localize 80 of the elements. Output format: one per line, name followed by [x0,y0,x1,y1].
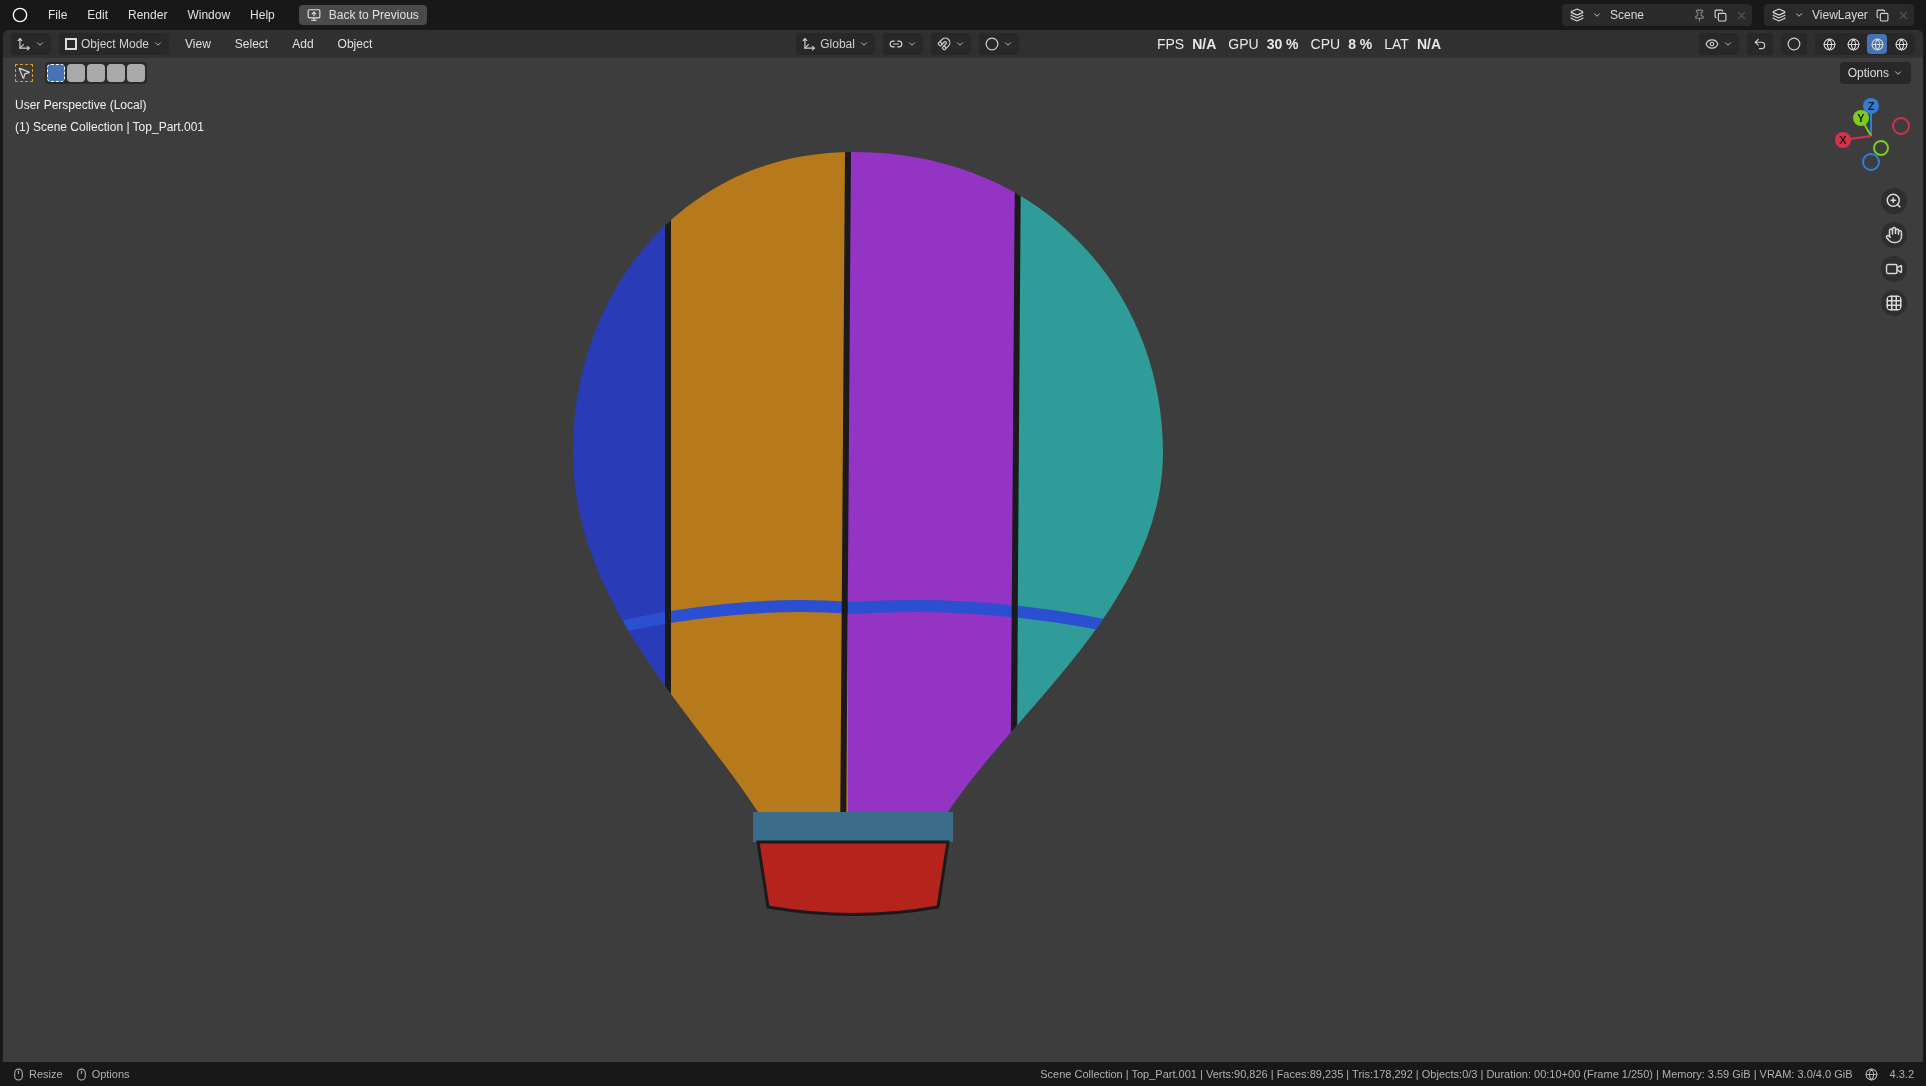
menu-item[interactable]: Help [242,4,283,26]
stat-label: LAT [1384,34,1409,54]
scene-selector[interactable]: Scene [1562,4,1752,26]
select-mode-button[interactable] [87,64,105,82]
orientation-dropdown[interactable]: Global [796,33,875,55]
menu-item[interactable]: Window [179,4,239,26]
snap-button[interactable] [930,33,971,55]
sphere-icon [1822,37,1836,51]
link-icon [888,37,903,51]
circle-icon [984,37,999,51]
options-dropdown[interactable]: Options [1839,62,1911,84]
sphere-icon [1846,37,1860,51]
back-to-previous-button[interactable]: Back to Previous [298,5,427,25]
grid-icon[interactable] [1881,290,1907,316]
camera-icon[interactable] [1881,256,1907,282]
stat-value: 8 % [1348,34,1373,54]
chevron-down-icon [1592,10,1602,20]
axis-gizmo-drawing: Z Y X [1831,96,1911,176]
circle-icon [1787,37,1801,51]
monitor-icon [306,8,321,22]
select-mode-button[interactable] [127,64,145,82]
mouse-icon [12,1067,25,1081]
stat-label: CPU [1310,34,1341,54]
zoom-icon[interactable] [1881,188,1907,214]
chevron-down-icon [1723,39,1733,49]
version-label: 4.3.2 [1889,1066,1914,1082]
scene-statistics: Scene Collection | Top_Part.001 | Verts:90,826 | Faces:89,235 | Tris:178,292 | Objects:0/3 | Duration: 00:10+00 (Frame 1/250) | Memory: 3.59 GiB | VRAM: 3.0/4.0 GiB [1040,1066,1853,1082]
chevron-down-icon [954,39,965,49]
shading-mode-button[interactable] [1867,34,1887,54]
mouse-icon [74,1067,88,1081]
menu-item[interactable]: Edit [79,4,117,26]
magnet-icon [936,37,951,51]
menu-item[interactable]: File [40,4,76,26]
mode-dropdown[interactable]: Object Mode [59,33,170,55]
editor-type-button[interactable] [11,33,51,55]
proportional-edit-button[interactable] [978,33,1019,55]
viewport-title: User Perspective (Local) [15,97,148,114]
chevron-down-icon [906,39,917,49]
select-mode-button[interactable] [47,64,65,82]
sphere-icon [1894,37,1908,51]
sphere-icon [1870,37,1884,51]
gizmo-toggle-button[interactable] [1747,33,1773,55]
pin-icon [1693,8,1706,22]
eye-icon [1705,37,1719,51]
select-mode-button[interactable] [67,64,85,82]
stat-label: GPU [1228,34,1259,54]
menu-item[interactable]: Add [284,35,322,53]
layers-icon [1570,8,1584,22]
stat-value: N/A [1416,34,1441,54]
overlay-toggle-button[interactable] [1781,33,1807,55]
menu-item[interactable]: View [177,35,219,53]
stat-value: 30 % [1266,34,1299,54]
chevron-down-icon [1002,39,1013,49]
curved-arrow-icon [1753,37,1767,51]
select-mode-button[interactable] [107,64,125,82]
copy-icon [1714,8,1727,22]
copy-icon [1876,8,1889,22]
square-icon [65,38,77,50]
view-layer-selector[interactable]: ViewLayer [1764,4,1914,26]
chevron-down-icon [1893,68,1903,78]
menu-item[interactable]: Object [329,35,381,53]
chevron-down-icon [1794,10,1804,20]
hand-icon[interactable] [1881,222,1907,248]
stat-value: N/A [1192,34,1217,54]
chevron-down-icon [153,39,164,49]
select-tool-icon[interactable] [15,64,33,82]
menu-item[interactable]: Select [226,35,277,53]
axes-icon [802,37,817,51]
globe-icon [1864,1067,1878,1081]
menu-item[interactable]: Render [120,4,176,26]
status-hint: Resize [29,1066,63,1082]
axes-icon [17,37,31,51]
chevron-down-icon [35,39,45,49]
visibility-button[interactable] [1699,33,1739,55]
pivot-button[interactable] [882,33,923,55]
status-hint: Options [91,1066,130,1082]
layers-icon [1772,8,1786,22]
stat-label: FPS [1156,34,1185,54]
collection-label: (1) Scene Collection | Top_Part.001 [15,119,204,136]
chevron-down-icon [858,39,869,49]
